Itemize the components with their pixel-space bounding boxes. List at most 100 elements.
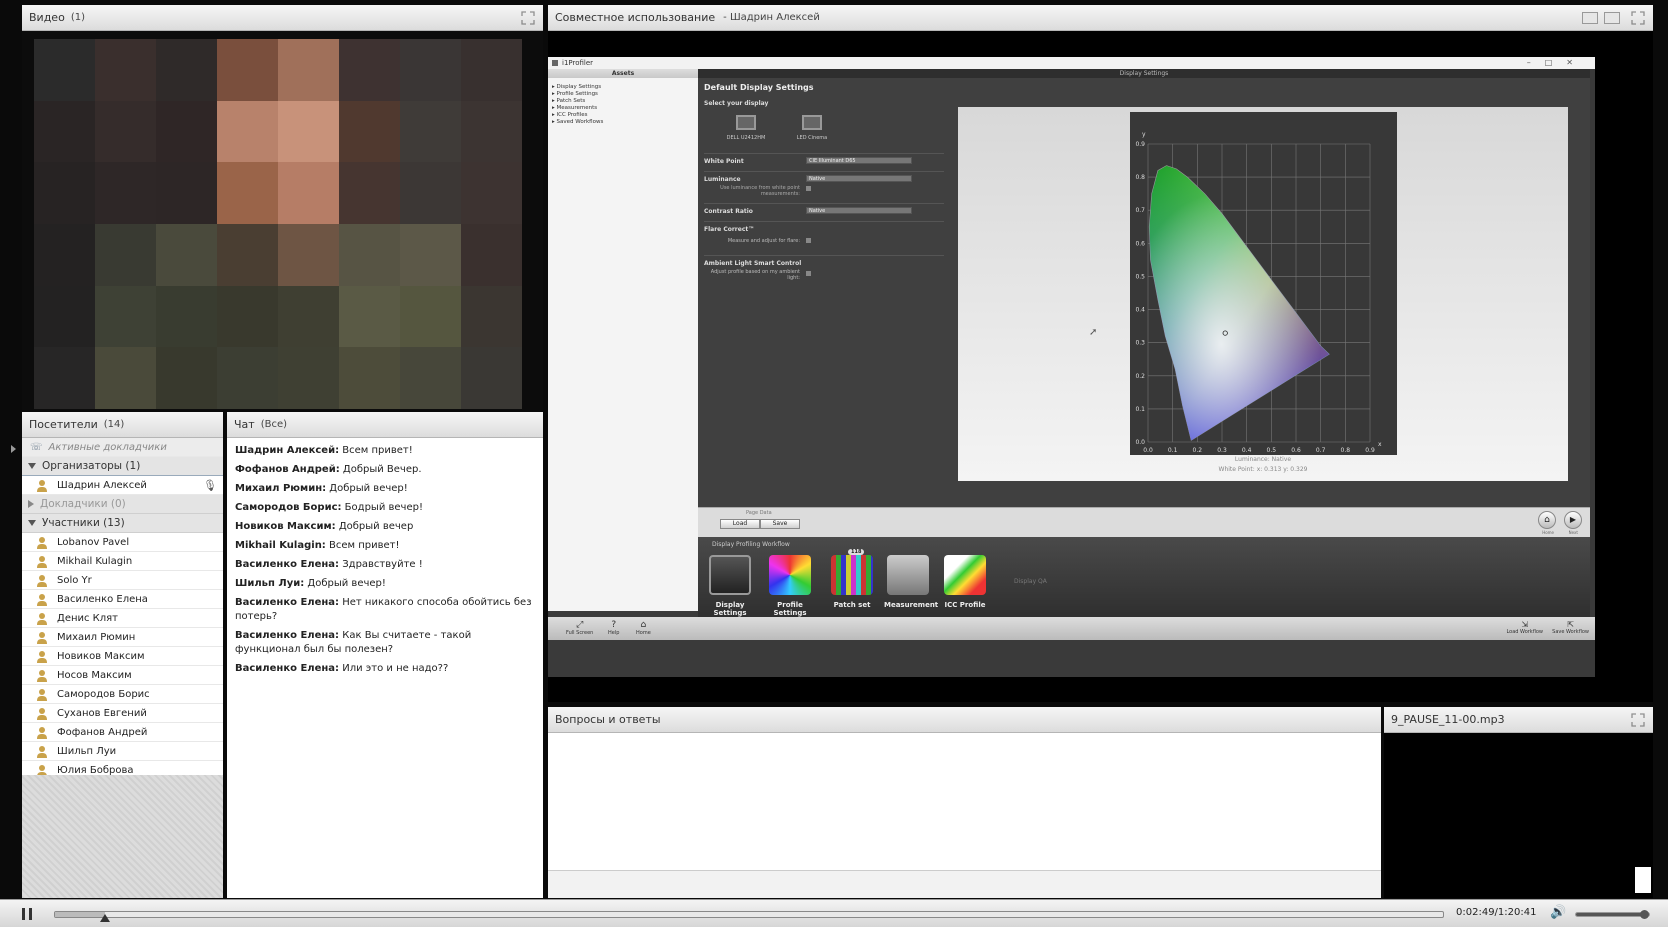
host-row[interactable]: Шадрин Алексей 🎙 (22, 475, 223, 496)
expand-icon[interactable] (1631, 11, 1645, 25)
assets-tree-item[interactable]: ▸ Patch Sets (552, 98, 694, 105)
participant-row[interactable]: Solo Yr (22, 571, 223, 590)
toolbar-home-button[interactable]: ⌂ Home (636, 620, 651, 636)
assets-tree-item[interactable]: ▸ Profile Settings (552, 91, 694, 98)
cie-chart-svg: 0.0 0.1 0.2 0.3 0.4 0.5 0.6 0.7 0.8 0.9 0.0 0.1 0.2 0… (1135, 131, 1382, 454)
ambient-checkbox[interactable] (806, 271, 811, 276)
layout-wide-icon[interactable] (1604, 12, 1620, 24)
volume-slider[interactable] (1575, 910, 1650, 919)
chat-author: Самородов Борис: (235, 502, 342, 513)
attendees-title: Посетители (29, 418, 98, 431)
home-button[interactable]: ⌂ (1538, 511, 1556, 529)
pause-button[interactable] (22, 908, 32, 920)
participant-row[interactable]: Mikhail Kulagin (22, 552, 223, 571)
fullscreen-button[interactable]: ⤢ Full Screen (566, 620, 593, 636)
measurement-icon (887, 555, 929, 595)
display-led[interactable]: LED Cinema (792, 115, 832, 141)
participant-name: Юлия Боброва (57, 764, 134, 776)
hosts-group-label: Организаторы (1) (42, 460, 141, 472)
playback-bar: 0:02:49/1:20:41 🔊 (0, 899, 1668, 927)
participants-group[interactable]: Участники (13) (22, 514, 223, 533)
video-pixel-block (339, 100, 400, 163)
hosts-group[interactable]: Организаторы (1) (22, 457, 223, 476)
white-point-select[interactable]: CIE Illuminant D65 (806, 157, 912, 164)
speaker-icon: ☏ (30, 441, 43, 453)
participant-row[interactable]: Новиков Максим (22, 647, 223, 666)
webcam-video (34, 39, 522, 409)
load-workflow-button[interactable]: ⇲ Load Workflow (1506, 620, 1543, 635)
video-pixel-block (34, 100, 95, 163)
assets-tree-label: ICC Profiles (556, 112, 588, 118)
expand-icon[interactable] (521, 11, 535, 25)
save-workflow-button[interactable]: ⇱ Save Workflow (1552, 620, 1589, 635)
participant-row[interactable]: Фофанов Андрей (22, 723, 223, 742)
assets-tree-label: Profile Settings (556, 91, 598, 97)
chat-text: Добрый вечер (335, 521, 414, 532)
y-tick-label: 0.9 (1135, 141, 1145, 148)
assets-tree-item[interactable]: ▸ ICC Profiles (552, 112, 694, 119)
display-dell[interactable]: DELL U2412HM (726, 115, 766, 141)
y-tick-label: 0.8 (1135, 174, 1145, 181)
help-button[interactable]: ? Help (608, 620, 619, 636)
load-button[interactable]: Load (720, 519, 760, 529)
video-pixel-block (217, 39, 278, 101)
participant-row[interactable]: Суханов Евгений (22, 704, 223, 723)
video-pixel-block (34, 347, 95, 409)
share-pod-title: Совместное использование (555, 11, 716, 24)
chat-scope[interactable]: (Все) (261, 419, 287, 430)
user-icon (37, 669, 47, 682)
display-step-icon (709, 555, 751, 595)
workflow-step-label: Patch set (833, 601, 871, 609)
window-controls[interactable]: –□✕ (1527, 58, 1587, 67)
participant-row[interactable]: Носов Максим (22, 666, 223, 685)
next-button[interactable]: ▶ (1564, 511, 1582, 529)
chat-text: Всем привет! (339, 445, 413, 456)
assets-tree-item[interactable]: ▸ Display Settings (552, 84, 694, 91)
layout-single-icon[interactable] (1582, 12, 1598, 24)
chat-message: Михаил Рюмин: Добрый вечер! (235, 482, 535, 496)
workflow-step-display[interactable]: Display Settings (706, 555, 754, 617)
assets-tree-item[interactable]: ▸ Saved Workflows (552, 119, 694, 126)
seek-track[interactable] (54, 911, 1444, 922)
settings-topbar: Display Settings (698, 69, 1590, 78)
attendees-empty-area (22, 775, 223, 898)
participant-row[interactable]: Lobanov Pavel (22, 533, 223, 552)
presenters-group[interactable]: Докладчики (0) (22, 495, 223, 514)
save-button[interactable]: Save (760, 519, 800, 529)
workflow-step-patch[interactable]: Patch set 118 (828, 549, 876, 609)
participant-row[interactable]: Самородов Борис (22, 685, 223, 704)
workflow-step-icc[interactable]: ICC Profile (941, 555, 989, 609)
video-pixel-block (95, 162, 156, 224)
select-display-label: Select your display (704, 100, 769, 107)
seek-thumb[interactable] (99, 914, 110, 922)
flare-checkbox[interactable] (806, 238, 811, 243)
display-qa-label[interactable]: Display QA (1014, 578, 1047, 585)
video-pixel-block (400, 100, 461, 163)
video-pixel-block (34, 224, 95, 286)
workflow-step-measurement[interactable]: Measurement (884, 555, 938, 609)
expand-icon[interactable] (1631, 713, 1645, 727)
video-pixel-block (400, 224, 461, 286)
workflow-step-profile[interactable]: Profile Settings (766, 555, 814, 617)
side-arrow-icon[interactable] (11, 445, 16, 453)
monitor-icon (736, 115, 756, 130)
participant-row[interactable]: Денис Клят (22, 609, 223, 628)
x-tick-label: 0.8 (1341, 447, 1351, 454)
participant-row[interactable]: Василенко Елена (22, 590, 223, 609)
qa-title: Вопросы и ответы (555, 713, 661, 726)
participant-row[interactable]: Шильп Луи (22, 742, 223, 761)
attendees-count: (14) (103, 419, 125, 430)
participant-row[interactable]: Михаил Рюмин (22, 628, 223, 647)
assets-tree-item[interactable]: ▸ Measurements (552, 105, 694, 112)
luminance-checkbox[interactable] (806, 186, 811, 191)
volume-icon[interactable]: 🔊 (1550, 905, 1566, 920)
chat-author: Василенко Елена: (235, 663, 340, 674)
contrast-select[interactable]: Native (806, 207, 912, 214)
luminance-select[interactable]: Native (806, 175, 912, 182)
participant-name: Фофанов Андрей (57, 726, 148, 738)
participant-name: Lobanov Pavel (57, 536, 130, 548)
user-icon (37, 536, 47, 549)
video-pixel-block (278, 224, 339, 286)
mp3-scrollbar[interactable] (1635, 867, 1651, 893)
volume-thumb[interactable] (1640, 910, 1650, 919)
